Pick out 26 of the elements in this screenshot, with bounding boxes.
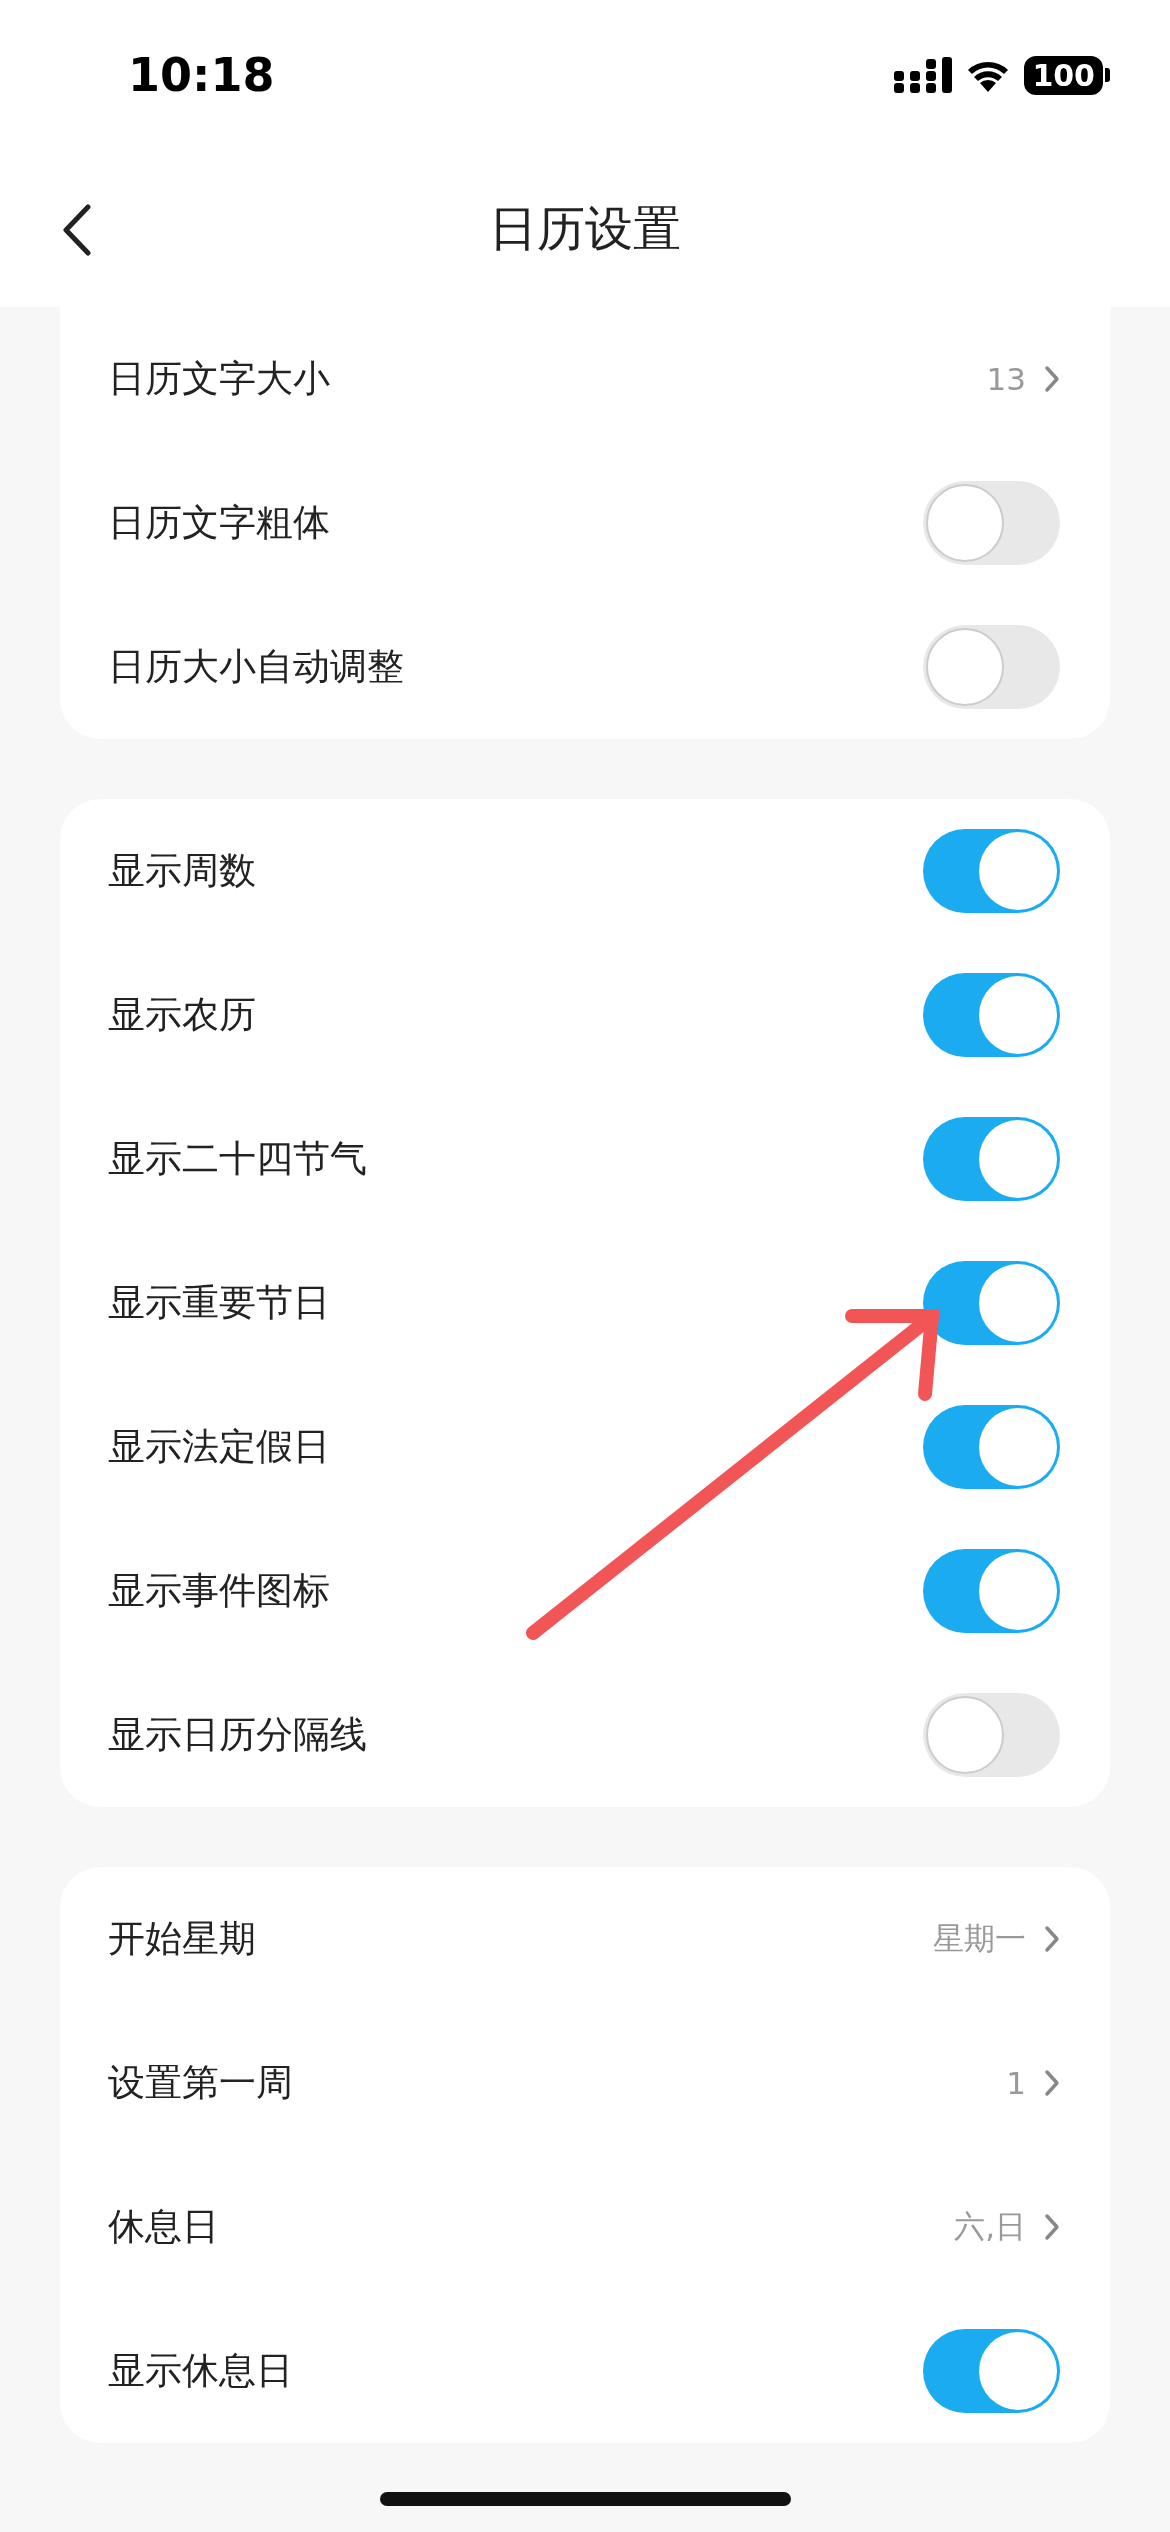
- setting-value: 星期一: [933, 1919, 1026, 1958]
- setting-label: 显示法定假日: [108, 1424, 331, 1470]
- setting-label: 设置第一周: [108, 2060, 294, 2106]
- back-icon[interactable]: [62, 204, 92, 256]
- setting-label: 显示休息日: [108, 2348, 294, 2394]
- setting-label: 休息日: [108, 2204, 220, 2250]
- setting-label: 显示日历分隔线: [108, 1712, 368, 1758]
- setting-label: 日历文字大小: [108, 356, 331, 402]
- setting-label: 显示重要节日: [108, 1280, 331, 1326]
- page-title: 日历设置: [489, 198, 681, 258]
- setting-value: 六,日: [954, 2207, 1026, 2246]
- setting-label: 日历大小自动调整: [108, 644, 405, 690]
- setting-label: 显示事件图标: [108, 1568, 331, 1614]
- setting-label: 显示二十四节气: [108, 1136, 368, 1182]
- chevron-icon[interactable]: [1044, 2213, 1060, 2241]
- chevron-icon[interactable]: [1044, 365, 1060, 393]
- chevron-icon[interactable]: [1044, 2069, 1060, 2097]
- setting-label: 显示周数: [108, 848, 257, 894]
- signal-icon: [894, 57, 953, 93]
- chevron-icon[interactable]: [1044, 1925, 1060, 1953]
- setting-label: 显示农历: [108, 992, 257, 1038]
- status-time: 10:18: [128, 48, 276, 102]
- setting-value: 1: [1006, 2065, 1026, 2101]
- setting-value: 13: [986, 361, 1026, 397]
- setting-label: 日历文字粗体: [108, 500, 331, 546]
- setting-label: 开始星期: [108, 1916, 257, 1962]
